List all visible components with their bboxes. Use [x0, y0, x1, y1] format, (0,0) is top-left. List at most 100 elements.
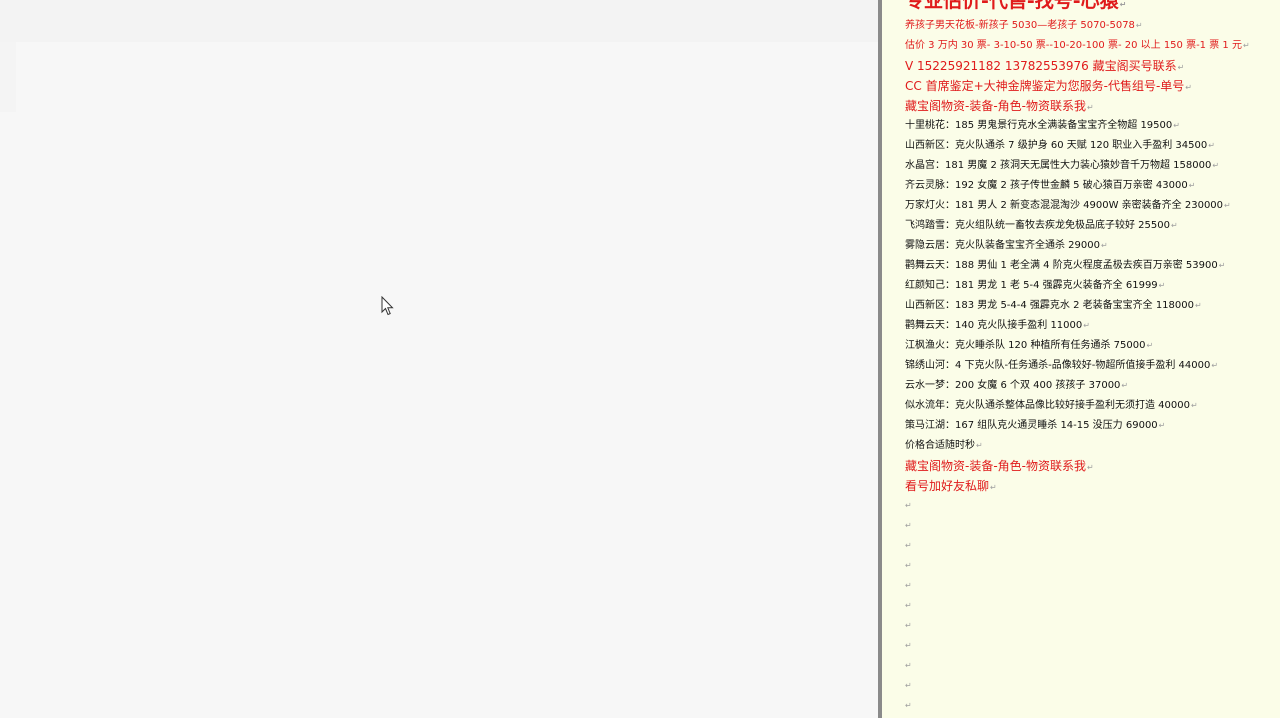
listing-line-text: 雾隐云居：克火队装备宝宝齐全通杀 29000 — [905, 240, 1100, 251]
listing-line-text: 江枫渔火：克火睡杀队 120 种植所有任务通杀 75000 — [905, 340, 1146, 351]
listing-line: 鹳舞云天：140 克火队接手盈利 11000↵ — [905, 316, 1277, 336]
listing-line: 山西新区：克火队通杀 7 级护身 60 天赋 120 职业入手盈利 34500↵ — [905, 136, 1277, 156]
paragraph-mark: ↵ — [1173, 121, 1180, 130]
workspace-side-strip — [0, 42, 16, 112]
paragraph-mark: ↵ — [905, 661, 912, 670]
listing-line: 万家灯火：181 男人 2 新变态混混淘沙 4900W 亲密装备齐全 23000… — [905, 196, 1277, 216]
footer-red-lines: 藏宝阁物资-装备-角色-物资联系我↵ 看号加好友私聊↵ — [905, 456, 1277, 496]
listing-line: 水晶宫：181 男魔 2 孩洞天无属性大力装心猿妙音千万物超 158000↵ — [905, 156, 1277, 176]
empty-paragraph: ↵ — [905, 656, 1277, 676]
empty-paragraphs: ↵ ↵ ↵ ↵ ↵ ↵ ↵ ↵ ↵ ↵ ↵ — [905, 496, 1277, 716]
listing-line: 山西新区：183 男龙 5-4-4 强霹克水 2 老装备宝宝齐全 118000↵ — [905, 296, 1277, 316]
paragraph-mark: ↵ — [1224, 201, 1231, 210]
document-heading: 专业估价-代售-找号-心猿↵ — [905, 0, 1277, 16]
red-line-text: 估价 3 万内 30 票- 3-10-50 票--10-20-100 票- 20… — [905, 40, 1242, 51]
listing-line: 锦绣山河：4 下克火队-任务通杀-品像较好-物超所值接手盈利 44000↵ — [905, 356, 1277, 376]
paragraph-mark: ↵ — [1195, 301, 1202, 310]
listing-line-text: 红颜知己：181 男龙 1 老 5-4 强霹克火装备齐全 61999 — [905, 280, 1158, 291]
red-contact-lines: 养孩子男天花板-新孩子 5030—老孩子 5070-5078↵ 估价 3 万内 3… — [905, 16, 1277, 116]
footer-line: 看号加好友私聊↵ — [905, 476, 1277, 496]
paragraph-mark: ↵ — [1083, 321, 1090, 330]
red-line: CC 首席鉴定+大神金牌鉴定为您服务-代售组号-单号↵ — [905, 76, 1277, 96]
paragraph-mark: ↵ — [905, 561, 912, 570]
paragraph-mark: ↵ — [905, 681, 912, 690]
empty-paragraph: ↵ — [905, 576, 1277, 596]
paragraph-mark: ↵ — [1135, 21, 1143, 30]
listing-line: 策马江湖：167 组队克火通灵睡杀 14-15 没压力 69000↵ — [905, 416, 1277, 436]
red-line-text: 养孩子男天花板-新孩子 5030—老孩子 5070-5078 — [905, 20, 1135, 31]
listing-line-text: 十里桃花：185 男鬼景行克水全满装备宝宝齐全物超 19500 — [905, 120, 1173, 131]
paragraph-mark: ↵ — [1242, 41, 1250, 50]
paragraph-mark: ↵ — [905, 521, 912, 530]
footer-line-text: 藏宝阁物资-装备-角色-物资联系我 — [905, 459, 1086, 473]
paragraph-mark: ↵ — [1101, 241, 1108, 250]
paragraph-mark: ↵ — [905, 581, 912, 590]
red-line-text: V 15225921182 13782553976 藏宝阁买号联系 — [905, 59, 1177, 73]
listing-line: 鹳舞云天：188 男仙 1 老全满 4 阶克火程度孟极去疾百万亲密 53900↵ — [905, 256, 1277, 276]
document-content: 专业估价-代售-找号-心猿↵ 养孩子男天花板-新孩子 5030—老孩子 5070… — [905, 0, 1277, 716]
red-line: 养孩子男天花板-新孩子 5030—老孩子 5070-5078↵ — [905, 16, 1277, 36]
footer-line-text: 看号加好友私聊 — [905, 479, 990, 493]
paragraph-mark: ↵ — [905, 621, 912, 630]
listing-line: 云水一梦：200 女魔 6 个双 400 孩孩子 37000↵ — [905, 376, 1277, 396]
listing-line: 红颜知己：181 男龙 1 老 5-4 强霹克火装备齐全 61999↵ — [905, 276, 1277, 296]
blank-workspace — [0, 0, 878, 718]
paragraph-mark: ↵ — [1177, 63, 1185, 72]
paragraph-mark: ↵ — [1119, 0, 1127, 9]
listing-line-text: 鹳舞云天：140 克火队接手盈利 11000 — [905, 320, 1083, 331]
paragraph-mark: ↵ — [905, 701, 912, 710]
listing-line-text: 锦绣山河：4 下克火队-任务通杀-品像较好-物超所值接手盈利 44000 — [905, 360, 1211, 371]
paragraph-mark: ↵ — [990, 483, 997, 492]
paragraph-mark: ↵ — [905, 601, 912, 610]
empty-paragraph: ↵ — [905, 556, 1277, 576]
paragraph-mark: ↵ — [1158, 281, 1166, 290]
empty-paragraph: ↵ — [905, 696, 1277, 716]
paragraph-mark: ↵ — [905, 641, 912, 650]
listing-line: 江枫渔火：克火睡杀队 120 种植所有任务通杀 75000↵ — [905, 336, 1277, 356]
listing-line-text: 似水流年：克火队通杀整体品像比较好接手盈利无须打造 40000 — [905, 400, 1190, 411]
listing-line-text: 飞鸿踏雪：克火组队统一畜牧去疾龙免极品底子较好 25500 — [905, 220, 1170, 231]
red-line: V 15225921182 13782553976 藏宝阁买号联系↵ — [905, 56, 1277, 76]
price-note: 价格合适随时秒↵ — [905, 436, 1277, 456]
empty-paragraph: ↵ — [905, 616, 1277, 636]
listing-line: 似水流年：克火队通杀整体品像比较好接手盈利无须打造 40000↵ — [905, 396, 1277, 416]
red-line: 藏宝阁物资-装备-角色-物资联系我↵ — [905, 96, 1277, 116]
paragraph-mark: ↵ — [1218, 261, 1226, 270]
paragraph-mark: ↵ — [1146, 341, 1154, 350]
red-line-text: CC 首席鉴定+大神金牌鉴定为您服务-代售组号-单号 — [905, 79, 1185, 93]
empty-paragraph: ↵ — [905, 676, 1277, 696]
listing-line-text: 云水一梦：200 女魔 6 个双 400 孩孩子 37000 — [905, 380, 1121, 391]
empty-paragraph: ↵ — [905, 636, 1277, 656]
empty-paragraph: ↵ — [905, 596, 1277, 616]
paragraph-mark: ↵ — [905, 501, 912, 510]
listing-line: 飞鸿踏雪：克火组队统一畜牧去疾龙免极品底子较好 25500↵ — [905, 216, 1277, 236]
listing-line: 雾隐云居：克火队装备宝宝齐全通杀 29000↵ — [905, 236, 1277, 256]
empty-paragraph: ↵ — [905, 516, 1277, 536]
footer-line: 藏宝阁物资-装备-角色-物资联系我↵ — [905, 456, 1277, 476]
paragraph-mark: ↵ — [1087, 103, 1094, 112]
paragraph-mark: ↵ — [1211, 361, 1219, 370]
paragraph-mark: ↵ — [1121, 381, 1129, 390]
paragraph-mark: ↵ — [1185, 83, 1192, 92]
listing-line-text: 山西新区：183 男龙 5-4-4 强霹克水 2 老装备宝宝齐全 118000 — [905, 300, 1194, 311]
paragraph-mark: ↵ — [1212, 161, 1220, 170]
document-page[interactable]: 专业估价-代售-找号-心猿↵ 养孩子男天花板-新孩子 5030—老孩子 5070… — [882, 0, 1280, 718]
listing-line: 齐云灵脉：192 女魔 2 孩子传世金麟 5 破心猿百万亲密 43000↵ — [905, 176, 1277, 196]
paragraph-mark: ↵ — [1191, 401, 1198, 410]
workspace-top-strip — [0, 0, 878, 42]
listing-line-text: 山西新区：克火队通杀 7 级护身 60 天赋 120 职业入手盈利 34500 — [905, 140, 1208, 151]
listing-line-text: 策马江湖：167 组队克火通灵睡杀 14-15 没压力 69000 — [905, 420, 1158, 431]
paragraph-mark: ↵ — [1188, 181, 1196, 190]
listing-line: 十里桃花：185 男鬼景行克水全满装备宝宝齐全物超 19500↵ — [905, 116, 1277, 136]
paragraph-mark: ↵ — [976, 441, 983, 450]
red-line-text: 藏宝阁物资-装备-角色-物资联系我 — [905, 99, 1086, 113]
listing-line-text: 水晶宫：181 男魔 2 孩洞天无属性大力装心猿妙音千万物超 158000 — [905, 160, 1212, 171]
paragraph-mark: ↵ — [905, 541, 912, 550]
listing-line-text: 鹳舞云天：188 男仙 1 老全满 4 阶克火程度孟极去疾百万亲密 53900 — [905, 260, 1218, 271]
listing-line-text: 万家灯火：181 男人 2 新变态混混淘沙 4900W 亲密装备齐全 23000… — [905, 200, 1224, 211]
empty-paragraph: ↵ — [905, 496, 1277, 516]
note-text: 价格合适随时秒 — [905, 440, 975, 451]
paragraph-mark: ↵ — [1158, 421, 1166, 430]
empty-paragraph: ↵ — [905, 536, 1277, 556]
red-line: 估价 3 万内 30 票- 3-10-50 票--10-20-100 票- 20… — [905, 36, 1277, 56]
